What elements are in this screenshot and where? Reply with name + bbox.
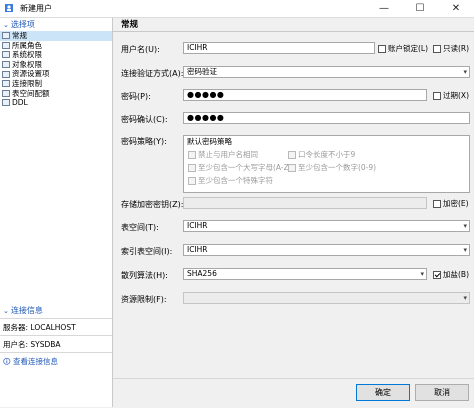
hash-algorithm-label: 散列算法(H): <box>121 271 168 280</box>
checkbox-box <box>288 151 296 159</box>
server-info: 服务器: LOCALHOST <box>3 323 76 332</box>
sidebar-item-system-privileges[interactable]: 系统权限 <box>0 50 112 60</box>
page-title: 常规 <box>121 20 139 30</box>
policy-default-option[interactable]: 默认密码策略 <box>184 136 469 147</box>
encryption-key-label: 存储加密密钥(Z): <box>121 200 184 209</box>
checkbox-box <box>433 270 441 279</box>
policy-digit[interactable]: 至少包含一个数字(0-9) <box>288 163 376 173</box>
auth-method-select[interactable]: 密码验证 ▾ <box>183 66 470 78</box>
connection-info-header[interactable]: ⌄ 连接信息 <box>0 305 112 317</box>
policy-not-same-as-username[interactable]: 禁止与用户名相同 <box>188 150 258 160</box>
auth-method-label: 连接验证方式(A): <box>121 69 184 78</box>
checkbox-box <box>378 44 386 53</box>
sidebar-item-tablespace-quota[interactable]: 表空间配额 <box>0 89 112 99</box>
page-icon <box>2 41 10 49</box>
checkbox-box <box>433 199 441 208</box>
index-tablespace-select[interactable]: ICIHR ▾ <box>183 244 470 256</box>
sidebar-nav: 常规 所属角色 系统权限 对象权限 资源设置项 连接限制 表空间配额 DDL <box>0 31 112 108</box>
password-policy-label: 密码策略(Y): <box>121 137 167 146</box>
info-icon: 🛈 <box>3 357 11 366</box>
app-icon <box>5 4 13 12</box>
username-input[interactable]: ICIHR <box>183 42 375 54</box>
resource-limit-select[interactable]: ▾ <box>183 292 470 304</box>
index-tablespace-label: 索引表空间(I): <box>121 247 173 256</box>
policy-uppercase[interactable]: 至少包含一个大写字母(A-Z) <box>188 163 292 173</box>
checkbox-box <box>433 91 441 100</box>
resource-limit-label: 资源限制(F): <box>121 295 167 304</box>
checkbox-box <box>188 177 196 185</box>
checkbox-box <box>288 164 296 172</box>
divider <box>0 352 112 353</box>
minimize-button[interactable]: — <box>366 0 402 17</box>
dropdown-arrow-icon: ▾ <box>463 68 467 76</box>
tablespace-label: 表空间(T): <box>121 223 159 232</box>
window-title: 新建用户 <box>20 4 52 13</box>
page-icon <box>2 80 10 88</box>
divider <box>113 31 474 32</box>
readonly-checkbox[interactable]: 只读(R) <box>433 43 469 54</box>
ok-button[interactable]: 确定 <box>356 384 410 401</box>
sidebar-item-ddl[interactable]: DDL <box>0 98 112 108</box>
dropdown-arrow-icon: ▾ <box>463 294 467 302</box>
password-label: 密码(P): <box>121 92 151 101</box>
divider <box>0 335 112 336</box>
checkbox-box <box>188 164 196 172</box>
username-label: 用户名(U): <box>121 45 160 54</box>
title-bar: 新建用户 — ☐ ✕ <box>0 0 474 18</box>
sidebar: ⌄ 选择项 常规 所属角色 系统权限 对象权限 资源设置项 连接限制 表空间配额 … <box>0 18 113 407</box>
dropdown-arrow-icon: ▾ <box>420 270 424 278</box>
password-input[interactable]: ●●●●● <box>183 89 427 101</box>
maximize-button[interactable]: ☐ <box>402 0 438 17</box>
dialog-footer: 确定 取消 <box>113 378 474 408</box>
password-confirm-label: 密码确认(C): <box>121 115 168 124</box>
sidebar-item-resources[interactable]: 资源设置项 <box>0 69 112 79</box>
sidebar-item-connection-limits[interactable]: 连接限制 <box>0 79 112 89</box>
tablespace-select[interactable]: ICIHR ▾ <box>183 220 470 232</box>
password-policy-list[interactable]: 默认密码策略 禁止与用户名相同 口令长度不小于9 至少包含一个大写字母(A-Z)… <box>183 135 470 193</box>
divider <box>0 318 112 319</box>
expire-checkbox[interactable]: 过期(X) <box>433 90 469 101</box>
sidebar-item-general[interactable]: 常规 <box>0 31 112 41</box>
hash-algorithm-select[interactable]: SHA256 ▾ <box>183 268 427 280</box>
dropdown-arrow-icon: ▾ <box>463 222 467 230</box>
sidebar-item-object-privileges[interactable]: 对象权限 <box>0 60 112 70</box>
sidebar-item-roles[interactable]: 所属角色 <box>0 41 112 51</box>
page-icon <box>2 61 10 69</box>
salt-checkbox[interactable]: 加盐(B) <box>433 269 469 280</box>
page-icon <box>2 70 10 78</box>
password-confirm-input[interactable]: ●●●●● <box>183 112 470 124</box>
checkbox-box <box>433 44 441 53</box>
user-info: 用户名: SYSDBA <box>3 340 61 349</box>
chevron-down-icon: ⌄ <box>3 21 9 29</box>
cancel-button[interactable]: 取消 <box>415 384 469 401</box>
policy-min-length[interactable]: 口令长度不小于9 <box>288 150 355 160</box>
policy-special-char[interactable]: 至少包含一个特殊字符 <box>188 176 273 186</box>
view-connection-link[interactable]: 🛈 查看连接信息 <box>3 356 58 369</box>
page-icon <box>2 32 10 40</box>
encryption-key-input[interactable] <box>183 197 427 209</box>
dropdown-arrow-icon: ▾ <box>463 246 467 254</box>
chevron-down-icon: ⌄ <box>3 307 9 315</box>
page-icon <box>2 89 10 97</box>
page-icon <box>2 51 10 59</box>
select-items-header[interactable]: ⌄ 选择项 <box>0 19 112 31</box>
account-locked-checkbox[interactable]: 账户锁定(L) <box>378 43 428 54</box>
encrypt-checkbox[interactable]: 加密(E) <box>433 198 469 209</box>
page-icon <box>2 99 10 107</box>
close-button[interactable]: ✕ <box>438 0 474 17</box>
checkbox-box <box>188 151 196 159</box>
